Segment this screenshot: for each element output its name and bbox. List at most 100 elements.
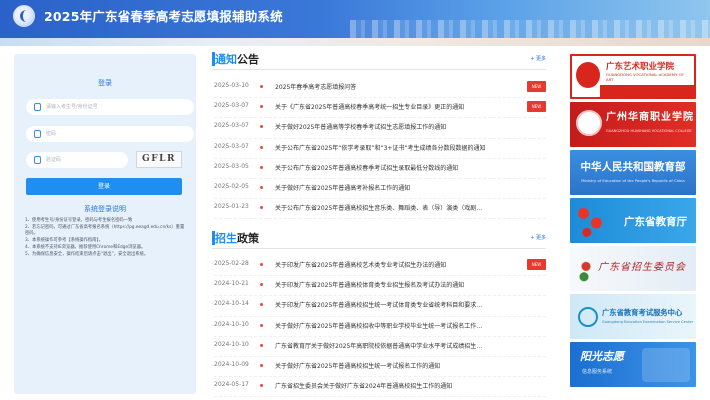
list-item[interactable]: 2025-03-07 关于《广东省2025年普通高校春季高考统一招生专业目录》更正…: [212, 98, 546, 119]
item-title[interactable]: 关于《广东省2025年普通高校春季高考统一招生专业目录》更正的通知: [275, 102, 525, 111]
banner-title: 广东省教育考试服务中心: [602, 308, 683, 317]
policy-title-rest: 政策: [237, 232, 259, 245]
password-field[interactable]: 密码: [26, 126, 194, 142]
list-item[interactable]: 2024-10-09 关于做好广东省2025年普通高校招生统一考试报名工作的通知: [212, 357, 546, 378]
banner-subtitle: GUANGZHOU HUASHANG VOCATIONAL COLLEGE: [606, 129, 692, 133]
policy-section-header: 招生 政策 + 更多: [212, 229, 546, 249]
kapok-flower-icon: [574, 202, 606, 240]
bullet-dot: [260, 105, 263, 109]
banner-gd-admissions-committee[interactable]: 广东省招生委员会: [570, 246, 696, 291]
item-title[interactable]: 关于印发广东省2025年普通高校体育类专业招生报名及考试办法的通知: [275, 280, 525, 289]
banner-moe[interactable]: 中华人民共和国教育部 Ministry of Education of the …: [570, 150, 696, 195]
new-badge: NEW: [527, 101, 546, 113]
banner-gd-education-dept[interactable]: 广东省教育厅: [570, 198, 696, 243]
item-title[interactable]: 关于做好广东省2025年普通高校招生统一考试报名工作的通知: [275, 361, 525, 370]
banner-title: 广东省招生委员会: [598, 262, 686, 273]
list-item[interactable]: 2025-03-10 2025年春季高考志愿填报问答 NEW: [212, 78, 546, 99]
item-title[interactable]: 关于公布广东省2025年普通高校春季考试招生录取最低分数线的通知: [275, 163, 525, 172]
banner-gd-art-academy[interactable]: 广东艺术职业学院 GUANGDONG VOCATIONAL ACADEMY OF…: [570, 54, 696, 99]
item-date: 2025-01-23: [214, 203, 249, 211]
bullet-dot: [260, 85, 263, 88]
item-date: 2025-03-07: [214, 122, 249, 130]
item-title[interactable]: 2025年春季高考志愿填报问答: [275, 82, 525, 91]
notice-list: 2025-03-10 2025年春季高考志愿填报问答 NEW 2025-03-07 关…: [212, 78, 546, 220]
item-title[interactable]: 关于做好2025年普通高等学校春季考试招生志愿填报工作的通知: [275, 122, 525, 131]
item-title[interactable]: 关于做好广东省2025年普通高校招收中等职业学校毕业生统一考试报名工作…: [275, 321, 525, 330]
bullet-dot: [260, 185, 263, 189]
login-panel: 登录 请输入考生号/身份证号 密码 验证码 GFLR 登录 系统登录说明 1、使…: [14, 54, 196, 394]
item-date: 2024-05-17: [214, 381, 249, 389]
list-item[interactable]: 2025-03-07 关于做好2025年普通高等学校春季考试招生志愿填报工作的通知: [212, 118, 546, 139]
banner-decoration: [642, 348, 690, 382]
login-note: 5、为确保信息安全，操作结束后请点击“退出”，安全退出系统。: [25, 251, 149, 257]
captcha-field[interactable]: 验证码: [26, 152, 128, 168]
policy-list: 2025-02-28 关于印发广东省2025年普通高校艺术类专业考试招生办法的通知…: [212, 256, 546, 398]
list-item[interactable]: 2025-02-05 关于做好广东省2025年普通高考补报名工作的通知: [212, 179, 546, 200]
bullet-dot: [260, 125, 263, 129]
item-title[interactable]: 广东省招生委员会关于做好广东省2024年普通高校招生工作的通知: [275, 381, 525, 390]
list-item[interactable]: 2024-10-10 关于做好广东省2025年普通高校招收中等职业学校毕业生统一考…: [212, 317, 546, 337]
login-note: 3、本系统操作可参考【系统操作指南】。: [25, 238, 103, 244]
policy-more-link[interactable]: + 更多: [530, 234, 546, 241]
notice-section-header: 通知 公告 + 更多: [212, 50, 546, 70]
item-date: 2024-10-21: [214, 280, 249, 288]
list-item[interactable]: 2024-05-17 广东省招生委员会关于做好广东省2024年普通高校招生工作的通…: [212, 377, 546, 398]
list-item[interactable]: 2024-10-21 关于印发广东省2025年普通高校体育类专业招生报名及考试办法…: [212, 276, 546, 297]
item-title[interactable]: 关于印发广东省2025年普通高校招生统一考试体育类专业省统考科目和要求…: [275, 300, 525, 309]
item-date: 2024-10-10: [214, 320, 249, 328]
banner-subtitle: Ministry of Education of the People's Re…: [581, 178, 685, 183]
bullet-dot: [260, 283, 263, 287]
banner-gd-exam-center[interactable]: 广东省教育考试服务中心 Guangdong Education Examinat…: [570, 294, 696, 339]
bullet-dot: [260, 303, 263, 307]
login-note: 2、若忘记密码，可通过广东省高考报名系统（https://pg.eeagd.ed…: [25, 224, 185, 237]
captcha-placeholder: 验证码: [46, 157, 62, 163]
item-date: 2025-03-07: [214, 102, 249, 110]
banner-sunshine-volunteer[interactable]: 阳光志愿 信息服务系统: [570, 342, 696, 387]
list-item[interactable]: 2025-01-23 关于公布广东省2025年普通高校招生音乐类、舞蹈类、表（导）…: [212, 199, 546, 220]
new-badge: NEW: [527, 81, 546, 92]
item-date: 2025-03-07: [214, 142, 249, 150]
exam-center-logo-icon: [578, 307, 598, 327]
login-note: 4、本系统不支持IE浏览器，推荐使用Chrome和Edge浏览器。: [25, 244, 146, 250]
list-item[interactable]: 2024-10-14 关于印发广东省2025年普通高校招生统一考试体育类专业省统考…: [212, 296, 546, 317]
bullet-dot: [260, 343, 263, 347]
item-title[interactable]: 关于做好广东省2025年普通高考补报名工作的通知: [275, 183, 525, 192]
item-date: 2025-03-10: [214, 82, 249, 89]
college-seal-icon: [576, 110, 602, 136]
captcha-image[interactable]: GFLR: [136, 151, 182, 168]
banner-title: 广东省教育厅: [624, 216, 687, 228]
bullet-dot: [260, 165, 263, 169]
id-field[interactable]: 请输入考生号/身份证号: [26, 99, 194, 115]
notice-title-rest: 公告: [237, 53, 259, 66]
banner-subtitle: GUANGDONG VOCATIONAL ACADEMY OF ART: [606, 72, 684, 82]
list-item[interactable]: 2025-03-07 关于公布广东省2025年“依学考录取”和“3+证书”考生成绩…: [212, 139, 546, 159]
item-date: 2025-03-05: [214, 162, 249, 170]
list-item[interactable]: 2025-02-28 关于印发广东省2025年普通高校艺术类专业考试招生办法的通知…: [212, 256, 546, 277]
item-date: 2024-10-14: [214, 300, 249, 308]
site-logo-icon: [13, 5, 35, 27]
bullet-dot: [260, 363, 263, 367]
item-title[interactable]: 关于公布广东省2025年普通高校招生音乐类、舞蹈类、表（导）演类（戏剧…: [275, 203, 525, 212]
notice-more-link[interactable]: + 更多: [530, 55, 546, 62]
login-button[interactable]: 登录: [26, 178, 182, 195]
item-title[interactable]: 关于印发广东省2025年普通高校艺术类专业考试招生办法的通知: [275, 260, 525, 269]
bullet-dot: [260, 384, 263, 388]
flower-icon: [576, 256, 596, 282]
notice-title-accent: 通知: [215, 53, 237, 66]
item-date: 2025-02-28: [214, 260, 249, 267]
lock-icon: [34, 130, 41, 138]
banner-gz-huashang[interactable]: 广州华商职业学院 GUANGZHOU HUASHANG VOCATIONAL C…: [570, 102, 696, 147]
list-item[interactable]: 2025-03-05 关于公布广东省2025年普通高校春季考试招生录取最低分数线的…: [212, 159, 546, 180]
login-title: 登录: [98, 79, 112, 87]
item-title[interactable]: 关于公布广东省2025年“依学考录取”和“3+证书”考生成绩各分数段数据的通知: [275, 143, 525, 152]
shield-icon: [34, 156, 41, 164]
item-title[interactable]: 广东省教育厅关于做好2025年高职院校依据普通高中学业水平考试成绩招生…: [275, 341, 525, 350]
list-item[interactable]: 2024-10-10 广东省教育厅关于做好2025年高职院校依据普通高中学业水平考…: [212, 337, 546, 358]
banner-title: 广东艺术职业学院: [606, 62, 675, 72]
new-badge: NEW: [527, 259, 546, 270]
header-skyline-decoration: [350, 20, 710, 38]
item-date: 2024-10-09: [214, 360, 249, 368]
bullet-dot: [260, 263, 263, 266]
bullet-dot: [260, 206, 263, 210]
banner-footer-bar: [600, 85, 694, 97]
